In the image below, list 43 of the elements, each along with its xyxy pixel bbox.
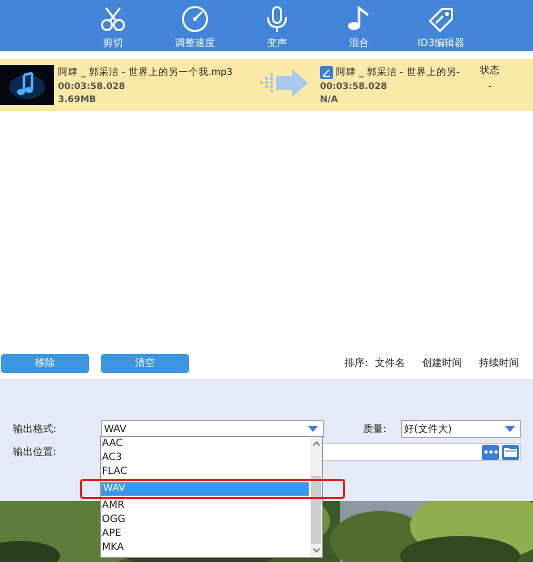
dropdown-option[interactable]: AAC xyxy=(101,437,310,451)
dropdown-option[interactable]: OGG xyxy=(101,513,310,527)
sort-option[interactable]: 文件名 xyxy=(375,356,405,370)
scrollbar-thumb[interactable] xyxy=(311,476,321,544)
output-file-name: 阿肆 _ 郭采洁 - 世界上的另- xyxy=(336,66,460,79)
duration-text: 00:03:58.028 xyxy=(320,82,388,92)
status-text: - xyxy=(488,81,492,92)
dropdown-option[interactable]: APE xyxy=(101,527,310,541)
field-label: 质量: xyxy=(362,422,388,436)
dropdown-option[interactable]: AMR xyxy=(101,499,310,513)
dots-icon xyxy=(484,450,498,454)
toolbar-button[interactable]: 混合 xyxy=(344,0,374,52)
scroll-down-icon[interactable] xyxy=(312,548,320,553)
file-name: 阿肆 _ 郭采洁 - 世界上的另一个我.mp3 xyxy=(58,66,234,79)
toolbar-button[interactable]: ID3编辑器 xyxy=(417,0,464,52)
caret-icon xyxy=(308,426,318,432)
more-button[interactable] xyxy=(482,444,499,460)
file-size: N/A xyxy=(320,94,339,105)
dropdown-option[interactable]: FLAC xyxy=(101,465,310,479)
field-label: 输出格式: xyxy=(12,422,58,436)
toolbar-button[interactable]: 变声 xyxy=(262,0,292,52)
edit-icon[interactable] xyxy=(320,66,333,79)
duration-text: 00:03:58.028 xyxy=(58,82,126,92)
sort-label: 排序: xyxy=(344,356,368,370)
status-header: 状态 xyxy=(480,64,500,78)
file-size: 3.69MB xyxy=(58,94,98,105)
sort-option[interactable]: 持续时间 xyxy=(479,356,519,370)
dropdown-option[interactable]: MKA xyxy=(101,541,310,555)
file-row[interactable]: 阿肆 _ 郭采洁 - 世界上的另一个我.mp3 00:03:58.028 3.69MB 阿肆 _ 郭采洁 - 世界上的另- 00:03:58.028 N/A 状态 - xyxy=(0,59,533,112)
quality-dropdown[interactable]: 好(文件大) xyxy=(401,420,521,438)
scroll-up-icon[interactable] xyxy=(312,441,320,446)
field-label: 输出位置: xyxy=(12,446,58,460)
album-art-icon xyxy=(0,65,54,106)
toolbar-button[interactable]: 剪切 xyxy=(98,0,128,52)
speedometer-icon xyxy=(180,5,210,35)
output-path-field[interactable] xyxy=(320,443,521,462)
caret-icon xyxy=(505,426,515,432)
toolbar-button[interactable]: 调整速度 xyxy=(175,0,215,52)
scrollbar[interactable] xyxy=(310,437,322,557)
sort-option[interactable]: 创建时间 xyxy=(422,356,462,370)
folder-icon xyxy=(504,447,517,458)
dropdown-option[interactable]: AC3 xyxy=(101,451,310,465)
folder-button[interactable] xyxy=(502,444,519,460)
